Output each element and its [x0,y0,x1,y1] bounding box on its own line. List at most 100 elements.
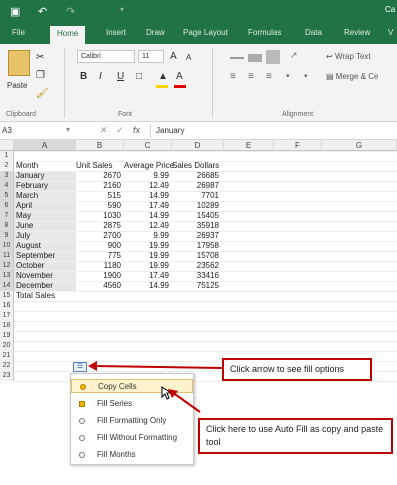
table-cell[interactable]: 9.99 [124,231,169,241]
table-cell[interactable]: February [16,181,76,191]
table-cell[interactable]: 1900 [76,271,121,281]
row-header[interactable]: 1 [0,151,14,161]
table-cell[interactable]: 2160 [76,181,121,191]
increase-indent-icon[interactable]: • [304,71,308,82]
tab-review[interactable]: Review [344,28,370,37]
format-painter-icon[interactable]: 🖌 [36,88,49,99]
merge-center-button[interactable]: ▤ Merge & Ce [326,72,378,81]
row-header[interactable]: 20 [0,341,14,351]
table-cell[interactable]: 19.99 [124,241,169,251]
redo-icon[interactable]: ↷ [66,5,75,18]
paste-icon[interactable] [8,50,30,76]
table-cell[interactable]: April [16,201,76,211]
row-header[interactable]: 4 [0,181,14,191]
table-cell[interactable]: December [16,281,76,291]
table-cell[interactable]: 590 [76,201,121,211]
table-cell[interactable]: 15405 [172,211,219,221]
row-header[interactable]: 13 [0,271,14,281]
table-cell[interactable]: 35918 [172,221,219,231]
col-header-g[interactable]: G [322,140,397,151]
table-cell[interactable]: 17958 [172,241,219,251]
table-cell[interactable]: 14.99 [124,211,169,221]
table-cell[interactable]: September [16,251,76,261]
table-cell[interactable]: 15708 [172,251,219,261]
row-header[interactable]: 5 [0,191,14,201]
row-header[interactable]: 10 [0,241,14,251]
menu-item-fill-series[interactable]: Fill Series [71,397,193,411]
align-top-icon[interactable] [230,57,244,59]
table-cell[interactable]: 17.49 [124,271,169,281]
align-center-icon[interactable]: ≡ [248,71,254,82]
table-cell[interactable]: January [16,171,76,181]
italic-button[interactable]: I [99,71,102,82]
col-header-f[interactable]: F [274,140,322,151]
row-header[interactable]: 11 [0,251,14,261]
table-cell[interactable]: October [16,261,76,271]
decrease-indent-icon[interactable]: • [286,71,290,82]
bold-button[interactable]: B [80,71,87,82]
menu-item-copy-cells[interactable]: Copy Cells [71,379,193,393]
align-middle-icon[interactable] [248,54,262,62]
table-cell[interactable]: 2670 [76,171,121,181]
table-cell[interactable]: 75125 [172,281,219,291]
undo-icon[interactable]: ↶ [38,5,47,18]
table-cell[interactable]: 10289 [172,201,219,211]
table-cell[interactable]: June [16,221,76,231]
grow-font-button[interactable]: A [170,51,177,62]
table-cell[interactable]: 12.49 [124,221,169,231]
select-all-corner[interactable] [0,140,14,151]
table-cell[interactable]: 2700 [76,231,121,241]
col-header-d[interactable]: D [172,140,224,151]
table-cell[interactable]: November [16,271,76,281]
col-header-a[interactable]: A [14,140,76,151]
table-cell[interactable]: 26685 [172,171,219,181]
table-cell[interactable]: 19.99 [124,251,169,261]
copy-icon[interactable]: ❐ [36,70,45,81]
row-header[interactable]: 15 [0,291,14,301]
table-cell[interactable]: 9.99 [124,171,169,181]
table-cell[interactable]: August [16,241,76,251]
table-cell[interactable]: 2875 [76,221,121,231]
table-cell[interactable]: 515 [76,191,121,201]
row-header[interactable]: 6 [0,201,14,211]
align-right-icon[interactable]: ≡ [266,71,272,82]
table-cell[interactable]: 23562 [172,261,219,271]
tab-home[interactable]: Home [50,26,86,44]
row-header[interactable]: 23 [0,371,14,381]
row-header[interactable]: 21 [0,351,14,361]
total-sales-label[interactable]: Total Sales [16,291,55,301]
table-cell[interactable]: 12.49 [124,181,169,191]
row-header[interactable]: 3 [0,171,14,181]
tab-data[interactable]: Data [305,28,322,37]
orientation-icon[interactable]: ↗ [290,50,298,61]
table-cell[interactable]: 775 [76,251,121,261]
table-cell[interactable]: July [16,231,76,241]
wrap-text-button[interactable]: ↩ Wrap Text [326,52,371,61]
menu-item-fill-formatting-only[interactable]: Fill Formatting Only [71,414,193,428]
font-color-icon[interactable]: A [176,71,183,82]
font-size-select[interactable]: 11 [138,50,164,63]
borders-icon[interactable]: □ [136,71,142,82]
row-header[interactable]: 2 [0,161,14,171]
table-cell[interactable]: 19.99 [124,261,169,271]
auto-fill-options-button[interactable]: ☰ [73,362,87,372]
shrink-font-button[interactable]: A [186,53,191,62]
table-cell[interactable]: 26937 [172,231,219,241]
tab-insert[interactable]: Insert [106,28,126,37]
column-header-cell[interactable]: Sales Dollars [172,161,219,171]
quick-access-dropdown-icon[interactable]: ▾ [120,5,124,14]
table-cell[interactable]: 1180 [76,261,121,271]
font-name-select[interactable]: Calibri [77,50,135,63]
table-cell[interactable]: 33416 [172,271,219,281]
table-cell[interactable]: 17.49 [124,201,169,211]
underline-button[interactable]: U [117,71,124,82]
row-header[interactable]: 8 [0,221,14,231]
column-header-cell[interactable]: Unit Sales [76,161,121,171]
row-header[interactable]: 7 [0,211,14,221]
cut-icon[interactable]: ✂ [36,52,44,63]
enter-icon[interactable]: ✓ [116,125,124,136]
table-cell[interactable]: 1030 [76,211,121,221]
table-cell[interactable]: 7701 [172,191,219,201]
row-header[interactable]: 14 [0,281,14,291]
name-box-dropdown-icon[interactable]: ▾ [66,125,70,134]
